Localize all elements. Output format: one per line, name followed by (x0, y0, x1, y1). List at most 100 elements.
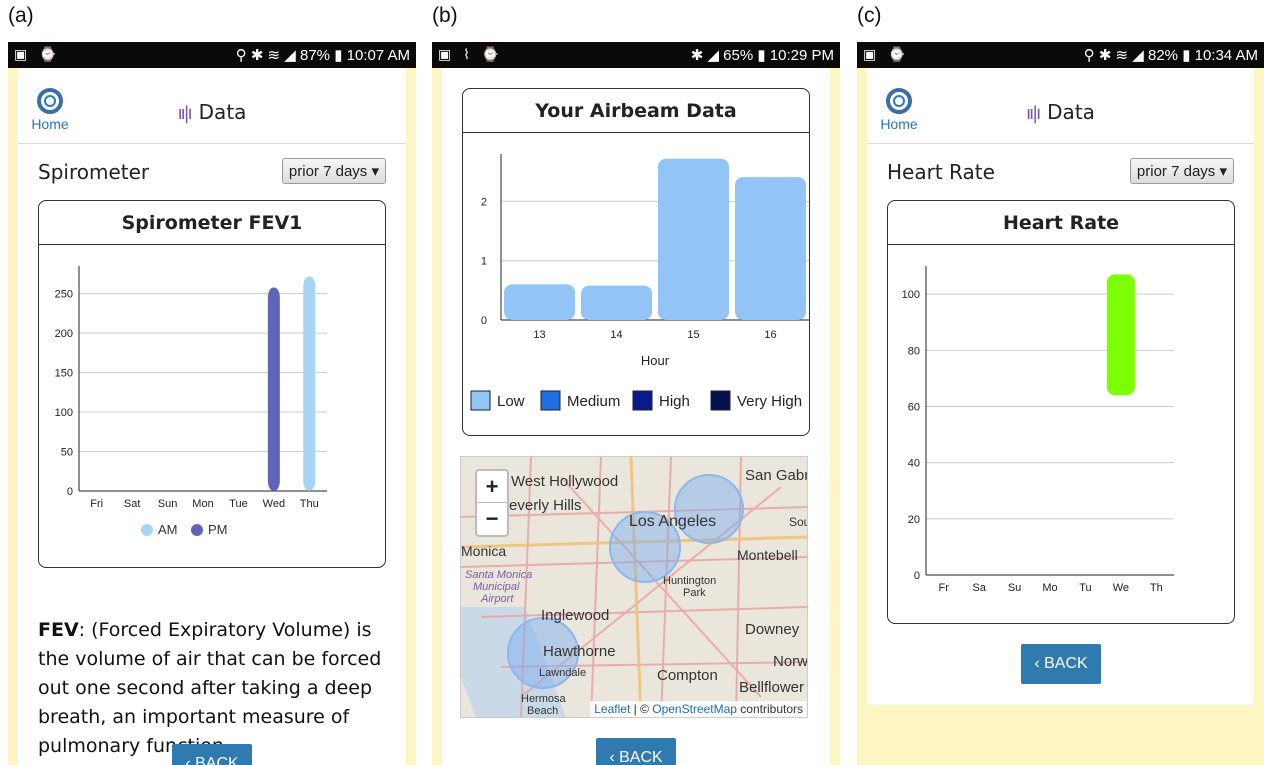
chart-card-spirometer: Spirometer FEV1 0 50 100 150 200 250 Fri Sat Sun… (38, 200, 386, 568)
heart-rate-chart: 0 20 40 60 80 100 Fr Sa Su Mo Tu We Th (902, 266, 1174, 594)
map-place-label: Santa Monica (465, 569, 533, 581)
attribution-separator: | © (630, 702, 653, 716)
legend-swatch (632, 390, 653, 411)
date-range-select[interactable]: prior 7 days ▾ (281, 158, 386, 184)
status-icons-right: ⚲ ✱ ≋ ◢ 87% ▮ 10:07 AM (235, 47, 410, 64)
legend-swatch (710, 390, 731, 411)
phone-screen-a: ▣ ⌚ ⚲ ✱ ≋ ◢ 87% ▮ 10:07 AM Home ıı|ı Data… (8, 42, 416, 765)
y-tick-label: 100 (55, 407, 73, 419)
x-tick-label: Fr (939, 582, 950, 594)
y-tick-label: 2 (481, 196, 487, 208)
map-place-label: Monica (461, 543, 507, 559)
app-screen: Your Airbeam Data 0 1 2 13 14 15 16 Hour Low Medi… (442, 68, 830, 765)
zoom-out-button[interactable]: − (477, 503, 507, 535)
map-place-label: Hawthorne (543, 643, 616, 660)
app-bar: Home ıı|ı Data (18, 78, 406, 144)
y-tick-label: 0 (481, 315, 487, 327)
attribution-tail: contributors (736, 702, 803, 716)
x-tick-label: Wed (263, 498, 285, 510)
map-place-label: Hermosa (521, 693, 566, 705)
status-icons-right: ⚲ ✱ ≋ ◢ 82% ▮ 10:34 AM (1083, 47, 1258, 64)
spirometer-chart: 0 50 100 150 200 250 Fri Sat Sun Mon Tue Wed Thu AM PM (55, 266, 327, 537)
map-place-label: Beach (527, 705, 559, 717)
legend-label: Very High (737, 393, 802, 410)
x-tick-label: 13 (533, 329, 545, 341)
map-place-label: Los Angeles (629, 513, 717, 530)
app-bar: Home ıı|ı Data (867, 78, 1254, 144)
map-place-label: Montebell (737, 547, 798, 563)
bar-am (303, 276, 316, 491)
panel-label-c: (c) (857, 4, 882, 27)
legend-swatch (470, 390, 491, 411)
y-tick-label: 0 (67, 486, 73, 498)
y-tick-label: 60 (908, 401, 920, 413)
back-button[interactable]: ‹ BACK (1021, 644, 1101, 684)
map-zoom-control: + − (475, 469, 509, 537)
openstreetmap-link[interactable]: OpenStreetMap (652, 702, 737, 716)
x-tick-label: Sun (158, 498, 178, 510)
map-place-label: Huntington (663, 575, 717, 587)
legend-label: PM (208, 522, 228, 537)
chart-card-heart-rate: Heart Rate 0 20 40 60 80 100 Fr Sa Su Mo Tu We Th (887, 200, 1235, 624)
y-tick-label: 80 (908, 345, 920, 357)
x-tick-label: We (1113, 582, 1129, 594)
x-tick-label: Tue (229, 498, 248, 510)
leaflet-link[interactable]: Leaflet (594, 702, 630, 716)
y-tick-label: 250 (55, 289, 73, 301)
x-axis-title: Hour (641, 353, 670, 368)
map-place-label: Downey (745, 621, 800, 638)
app-screen: Home ıı|ı Data Heart Rate prior 7 days ▾ … (867, 68, 1254, 705)
x-tick-label: Th (1150, 582, 1163, 594)
x-tick-label: Su (1008, 582, 1021, 594)
y-tick-label: 100 (902, 289, 920, 301)
x-tick-label: 16 (764, 329, 776, 341)
map-place-label: Lawndale (539, 667, 587, 679)
x-tick-label: Tu (1079, 582, 1091, 594)
map-view[interactable]: West Hollywood Beverly Hills San Gabri L… (460, 456, 808, 718)
y-tick-label: 40 (908, 458, 920, 470)
airbeam-reading-circle[interactable] (674, 474, 744, 544)
x-tick-label: Mo (1042, 582, 1057, 594)
x-tick-label: Thu (300, 498, 319, 510)
page-title: ıı|ı Data (18, 100, 406, 124)
date-range-select[interactable]: prior 7 days ▾ (1129, 158, 1234, 184)
y-tick-label: 0 (914, 570, 920, 582)
status-icons-right: ✱ ◢ 65% ▮ 10:29 PM (690, 47, 834, 64)
status-bar: ▣ ⌇ ⌚ ✱ ◢ 65% ▮ 10:29 PM (432, 42, 840, 68)
x-tick-label: Fri (90, 498, 103, 510)
panel-label-a: (a) (8, 4, 34, 27)
status-bar: ▣ ⌚ ⚲ ✱ ≋ ◢ 82% ▮ 10:34 AM (857, 42, 1264, 68)
x-tick-label: 15 (687, 329, 699, 341)
fev-description: FEV: (Forced Expiratory Volume) is the v… (38, 616, 398, 761)
zoom-in-button[interactable]: + (477, 471, 507, 503)
legend-swatch (540, 390, 561, 411)
legend-label: High (659, 393, 690, 410)
app-screen: Home ıı|ı Data Spirometer prior 7 days ▾ … (18, 68, 406, 765)
chart-title: Your Airbeam Data (463, 89, 809, 133)
bar-hour (581, 285, 652, 320)
bar-chart-icon: ıı|ı (1026, 103, 1041, 124)
back-button[interactable]: ‹ BACK (596, 738, 676, 765)
status-icons-left: ▣ ⌚ (14, 46, 61, 62)
airbeam-chart: 01213 14 15 16HourLow Medium High Very High (470, 154, 809, 411)
map-place-label: Compton (657, 667, 718, 684)
panel-label-b: (b) (432, 4, 458, 27)
chart-card-airbeam: Your Airbeam Data 0 1 2 13 14 15 16 Hour Low Medi… (462, 88, 810, 436)
legend-label: Low (497, 393, 525, 410)
x-tick-label: Sa (972, 582, 986, 594)
back-button[interactable]: ‹ BACK (172, 744, 252, 765)
map-place-label: Beverly Hills (499, 497, 582, 514)
bar-hour (658, 158, 729, 320)
chart-title: Heart Rate (888, 201, 1234, 245)
x-tick-label: Sat (124, 498, 141, 510)
page-title-text: Data (1047, 100, 1095, 124)
y-tick-label: 50 (61, 447, 73, 459)
legend-marker (141, 524, 153, 536)
map-place-label: Municipal (473, 581, 520, 593)
y-tick-label: 1 (481, 256, 487, 268)
legend-marker (191, 524, 203, 536)
fev-term: FEV (38, 619, 79, 641)
section-title: Spirometer (38, 160, 150, 184)
page-title-text: Data (198, 100, 247, 124)
page-title: ıı|ı Data (867, 100, 1254, 124)
